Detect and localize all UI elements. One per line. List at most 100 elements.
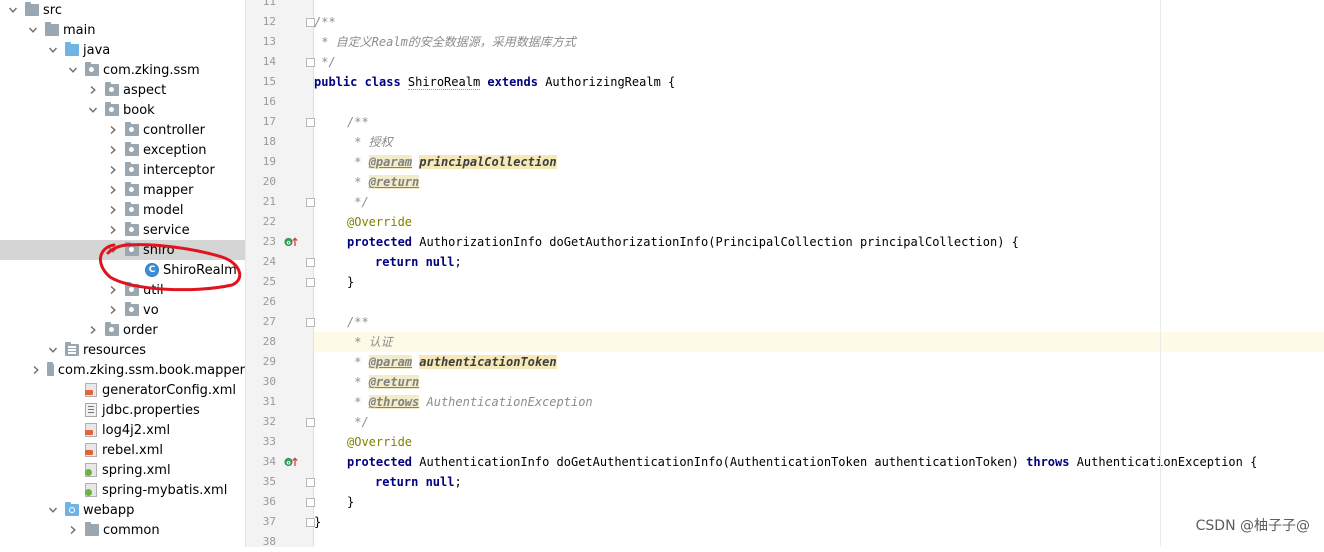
code-line: protected AuthenticationInfo doGetAuthen…	[314, 452, 1324, 472]
tree-item-controller[interactable]: controller	[0, 120, 245, 140]
chevron-down-icon[interactable]	[107, 240, 119, 260]
tree-item-spring-mybatis-xml[interactable]: spring-mybatis.xml	[0, 480, 245, 500]
tree-item-shirorealm[interactable]: C ShiroRealm	[0, 260, 245, 280]
tree-item-spring-xml[interactable]: spring.xml	[0, 460, 245, 480]
code-token: */	[347, 195, 369, 209]
override-method-icon[interactable]: o	[284, 452, 298, 472]
tree-item-interceptor[interactable]: interceptor	[0, 160, 245, 180]
chevron-down-icon[interactable]	[67, 60, 79, 80]
tree-item-shiro[interactable]: shiro	[0, 240, 245, 260]
spring-xml-file-icon	[85, 463, 97, 477]
tree-item-service[interactable]: service	[0, 220, 245, 240]
tree-item-rebel-xml[interactable]: rebel.xml	[0, 440, 245, 460]
package-icon	[125, 282, 139, 296]
tree-item-label: jdbc.properties	[102, 402, 200, 418]
tree-item-model[interactable]: model	[0, 200, 245, 220]
tree-item-src[interactable]: src	[0, 0, 245, 20]
code-editor[interactable]: /** * 自定义Realm的安全数据源，采用数据库方式 */ public cl…	[314, 0, 1324, 547]
line-number: 38	[262, 535, 276, 548]
code-line: */	[314, 412, 1324, 432]
line-number: 16	[262, 95, 276, 108]
chevron-right-icon[interactable]	[107, 300, 119, 320]
tree-item-label: interceptor	[143, 162, 215, 178]
package-icon	[125, 222, 139, 236]
chevron-right-icon[interactable]	[107, 280, 119, 300]
chevron-down-icon[interactable]	[47, 340, 59, 360]
chevron-right-icon[interactable]	[107, 220, 119, 240]
tree-item-aspect[interactable]: aspect	[0, 80, 245, 100]
chevron-right-icon[interactable]	[107, 180, 119, 200]
tree-item-com-zking-ssm[interactable]: com.zking.ssm	[0, 60, 245, 80]
package-icon	[105, 82, 119, 96]
package-icon	[125, 242, 139, 256]
chevron-right-icon[interactable]	[87, 320, 99, 340]
line-number: 22	[262, 215, 276, 228]
svg-text:o: o	[286, 239, 290, 246]
chevron-down-icon[interactable]	[87, 100, 99, 120]
tree-item-webapp[interactable]: webapp	[0, 500, 245, 520]
chevron-right-icon[interactable]	[31, 360, 41, 380]
xml-file-icon	[85, 423, 97, 437]
properties-file-icon	[85, 403, 97, 417]
code-token: @throws	[368, 395, 420, 409]
package-icon	[85, 62, 99, 76]
code-line: * @param principalCollection	[314, 152, 1324, 172]
tree-item-label: exception	[143, 142, 207, 158]
tree-item-label: generatorConfig.xml	[102, 382, 237, 398]
line-number: 24	[262, 255, 276, 268]
tree-item-util[interactable]: util	[0, 280, 245, 300]
tree-item-main[interactable]: main	[0, 20, 245, 40]
package-icon	[105, 102, 119, 116]
code-line: public class ShiroRealm extends Authoriz…	[314, 72, 1324, 92]
tree-item-resources[interactable]: resources	[0, 340, 245, 360]
code-token: /**	[314, 15, 336, 29]
tree-item-vo[interactable]: vo	[0, 300, 245, 320]
tree-item-java[interactable]: java	[0, 40, 245, 60]
tree-item-label: spring.xml	[102, 462, 171, 478]
chevron-right-icon[interactable]	[107, 160, 119, 180]
tree-item-common[interactable]: common	[0, 520, 245, 540]
chevron-down-icon[interactable]	[7, 0, 19, 20]
line-number: 14	[262, 55, 276, 68]
tree-item-exception[interactable]: exception	[0, 140, 245, 160]
chevron-right-icon[interactable]	[107, 120, 119, 140]
web-folder-icon	[65, 502, 79, 516]
code-token: ;	[454, 255, 462, 269]
svg-text:o: o	[286, 459, 290, 466]
chevron-right-icon[interactable]	[67, 520, 79, 540]
code-token: @Override	[347, 215, 413, 229]
line-number: 19	[262, 155, 276, 168]
tree-item-book[interactable]: book	[0, 100, 245, 120]
tree-item-log4j2-xml[interactable]: log4j2.xml	[0, 420, 245, 440]
tree-item-label: shiro	[143, 242, 175, 258]
code-line: * @param authenticationToken	[314, 352, 1324, 372]
editor-gutter: 11 12 13 14 15 16 17 18 19 20 21 22 23 o 24 25 26 27 28 29 3…	[246, 0, 315, 548]
code-token: extends	[480, 75, 546, 89]
tree-item-label: service	[143, 222, 190, 238]
tree-item-label: util	[143, 282, 164, 298]
tree-item-generatorconfig-xml[interactable]: generatorConfig.xml	[0, 380, 245, 400]
tree-item-order[interactable]: order	[0, 320, 245, 340]
chevron-down-icon[interactable]	[47, 40, 59, 60]
right-margin-guide	[1160, 0, 1161, 547]
tree-item-label: java	[83, 42, 111, 58]
code-token: AuthenticationInfo doGetAuthenticationIn…	[419, 455, 1027, 469]
chevron-right-icon[interactable]	[87, 80, 99, 100]
tree-item-mapper[interactable]: mapper	[0, 180, 245, 200]
override-method-icon[interactable]: o	[284, 232, 298, 252]
tree-item-com-zking-ssm-book-mapper[interactable]: com.zking.ssm.book.mapper	[0, 360, 245, 380]
code-token: *	[347, 155, 369, 169]
chevron-right-icon[interactable]	[107, 140, 119, 160]
code-token: * 自定义Realm的安全数据源，采用数据库方式	[314, 35, 576, 49]
code-token: throws	[1026, 455, 1077, 469]
line-number: 29	[262, 355, 276, 368]
code-token: @param	[368, 155, 413, 169]
tree-item-jdbc-properties[interactable]: jdbc.properties	[0, 400, 245, 420]
code-token: }	[314, 515, 322, 529]
code-token: */	[314, 55, 336, 69]
chevron-down-icon[interactable]	[47, 500, 59, 520]
chevron-down-icon[interactable]	[27, 20, 39, 40]
chevron-right-icon[interactable]	[107, 200, 119, 220]
code-token: return null	[375, 255, 455, 269]
